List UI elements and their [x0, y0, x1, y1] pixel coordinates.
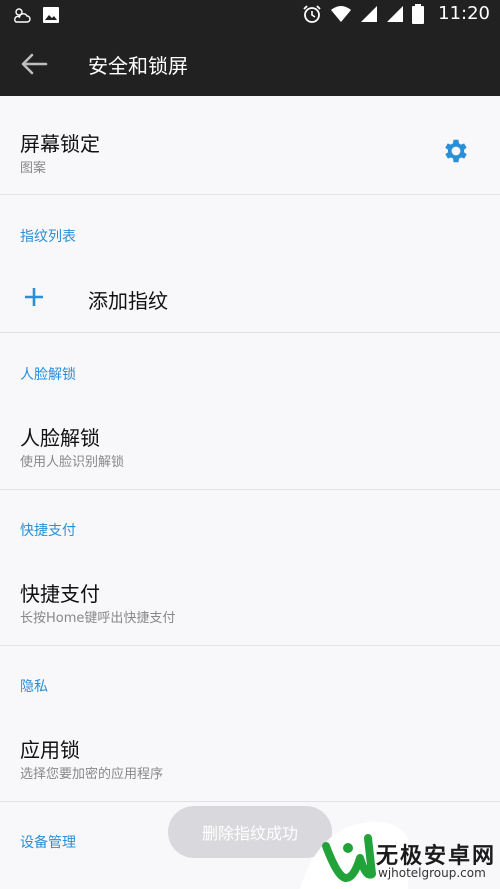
alarm-icon [303, 4, 321, 23]
weather-icon [14, 8, 31, 23]
signal-icon-2 [387, 5, 404, 22]
quick-pay-category: 快捷支付 [20, 523, 76, 539]
app-bar: 安全和锁屏 [0, 32, 500, 96]
plus-icon[interactable] [22, 285, 46, 309]
face-unlock-title: 人脸解锁 [20, 426, 100, 450]
face-unlock-row[interactable]: 人脸解锁 使用人脸识别解锁 [0, 400, 500, 488]
divider [0, 332, 500, 333]
add-fingerprint-label[interactable]: 添加指纹 [88, 285, 168, 314]
face-unlock-category: 人脸解锁 [20, 367, 76, 383]
face-unlock-subtitle: 使用人脸识别解锁 [20, 455, 125, 470]
screen-lock-title: 屏幕锁定 [20, 132, 100, 156]
battery-icon [412, 3, 425, 24]
divider [0, 801, 500, 802]
status-bar: 11:20 [0, 0, 500, 32]
app-lock-title: 应用锁 [20, 738, 80, 762]
add-fingerprint-row[interactable] [0, 262, 500, 332]
status-time: 11:20 [438, 3, 490, 24]
screen-lock-subtitle: 图案 [20, 161, 47, 176]
signal-icon [361, 5, 378, 22]
app-lock-row[interactable]: 应用锁 选择您要加密的应用程序 [0, 712, 500, 800]
privacy-category: 隐私 [20, 679, 48, 695]
divider [0, 489, 500, 490]
device-admin-category: 设备管理 [20, 835, 76, 851]
gear-icon[interactable] [441, 136, 471, 166]
divider [0, 194, 500, 195]
quick-pay-subtitle: 长按Home键呼出快捷支付 [20, 611, 176, 626]
quick-pay-row[interactable]: 快捷支付 长按Home键呼出快捷支付 [0, 556, 500, 644]
wifi-icon [331, 5, 352, 22]
arrow-back-icon[interactable] [18, 50, 50, 78]
screen-lock-row[interactable]: 屏幕锁定 图案 [0, 96, 500, 194]
divider [0, 645, 500, 646]
app-lock-subtitle: 选择您要加密的应用程序 [20, 767, 164, 782]
watermark-url: wjhotelgroup.com [378, 866, 486, 880]
image-icon [43, 7, 59, 23]
quick-pay-title: 快捷支付 [20, 582, 100, 606]
page-title: 安全和锁屏 [88, 54, 188, 78]
fingerprint-category: 指纹列表 [20, 229, 76, 245]
